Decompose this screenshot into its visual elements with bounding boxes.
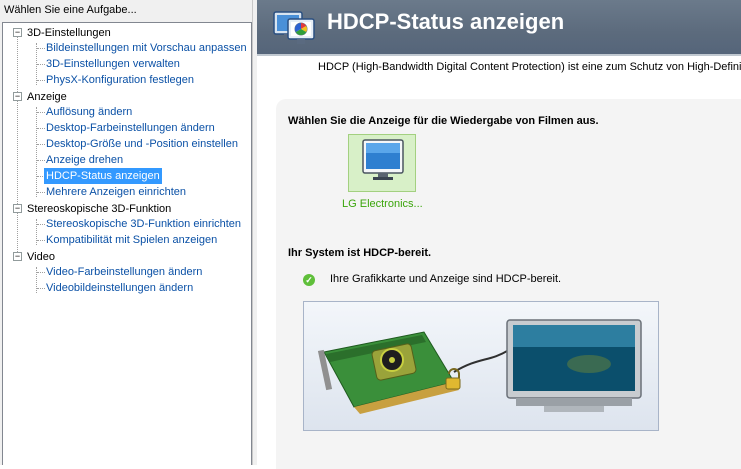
tree-connector xyxy=(37,224,45,225)
tree-connector xyxy=(36,267,37,293)
task-tree[interactable]: −3D-Einstellungen Bildeinstellungen mit … xyxy=(2,22,252,465)
task-link-hdcp-status[interactable]: HDCP-Status anzeigen xyxy=(44,168,162,184)
page-header: HDCP-Status anzeigen xyxy=(257,0,741,56)
page-description: HDCP (High-Bandwidth Digital Content Pro… xyxy=(318,61,741,73)
task-link-rotate-display[interactable]: Anzeige drehen xyxy=(46,152,123,168)
tree-connector xyxy=(37,160,45,161)
tree-connector xyxy=(37,144,45,145)
task-pane-title: Wählen Sie eine Aufgabe... xyxy=(4,4,137,16)
tree-connector xyxy=(17,32,18,256)
tree-connector xyxy=(37,288,45,289)
task-link-video-color[interactable]: Video-Farbeinstellungen ändern xyxy=(46,264,202,280)
hdcp-status-message: Ihre Grafikkarte und Anzeige sind HDCP-b… xyxy=(330,273,562,285)
task-link-manage-3d-settings[interactable]: 3D-Einstellungen verwalten xyxy=(46,56,180,72)
task-link-desktop-color[interactable]: Desktop-Farbeinstellungen ändern xyxy=(46,120,215,136)
task-link-change-resolution[interactable]: Auflösung ändern xyxy=(46,104,132,120)
tree-connector xyxy=(36,107,37,197)
display-settings-icon xyxy=(273,10,319,51)
task-link-video-image[interactable]: Videobildeinstellungen ändern xyxy=(46,280,193,296)
category-label: Video xyxy=(27,251,55,263)
tree-category-3d-settings[interactable]: −3D-Einstellungen xyxy=(13,25,111,41)
graphics-card-icon xyxy=(317,331,459,414)
display-selector-tile[interactable] xyxy=(348,134,416,192)
category-label: Anzeige xyxy=(27,91,67,103)
tree-connector xyxy=(37,128,45,129)
tree-category-video[interactable]: − Video xyxy=(13,249,55,265)
tree-category-stereoscopic-3d[interactable]: − Stereoskopische 3D-Funktion xyxy=(13,201,171,217)
television-icon xyxy=(506,319,642,412)
task-link-physx-config[interactable]: PhysX-Konfiguration festlegen xyxy=(46,72,194,88)
check-ok-icon: ✓ xyxy=(303,274,315,286)
category-label: Stereoskopische 3D-Funktion xyxy=(27,203,172,215)
tree-connector xyxy=(37,240,45,241)
tree-connector xyxy=(37,80,45,81)
tree-connector xyxy=(37,272,45,273)
task-link-image-settings-preview[interactable]: Bildeinstellungen mit Vorschau anpassen xyxy=(46,40,247,56)
task-link-desktop-size-position[interactable]: Desktop-Größe und -Position einstellen xyxy=(46,136,238,152)
tree-connector xyxy=(37,192,45,193)
collapse-toggle-icon[interactable]: − xyxy=(13,203,22,213)
monitor-icon xyxy=(362,139,404,180)
hdcp-illustration xyxy=(303,301,659,431)
tree-category-display[interactable]: − Anzeige xyxy=(13,89,67,105)
task-link-game-compatibility[interactable]: Kompatibilität mit Spielen anzeigen xyxy=(46,232,217,248)
category-label: 3D-Einstellungen xyxy=(27,27,111,39)
pane-splitter[interactable] xyxy=(252,0,257,465)
tree-connector xyxy=(37,48,45,49)
task-link-setup-stereoscopic[interactable]: Stereoskopische 3D-Funktion einrichten xyxy=(46,216,241,232)
tree-connector xyxy=(37,64,45,65)
tree-connector xyxy=(37,112,45,113)
task-link-multiple-displays[interactable]: Mehrere Anzeigen einrichten xyxy=(46,184,186,200)
collapse-toggle-icon[interactable]: − xyxy=(13,91,22,101)
tree-connector xyxy=(36,219,37,245)
collapse-toggle-icon[interactable]: − xyxy=(13,251,22,261)
page-title: HDCP-Status anzeigen xyxy=(327,9,565,34)
task-pane: Wählen Sie eine Aufgabe... −3D-Einstellu… xyxy=(0,0,256,465)
select-display-heading: Wählen Sie die Anzeige für die Wiedergab… xyxy=(288,115,599,127)
collapse-toggle-icon[interactable]: − xyxy=(13,27,22,37)
display-name-label[interactable]: LG Electronics... xyxy=(342,198,423,210)
system-status-heading: Ihr System ist HDCP-bereit. xyxy=(288,247,432,259)
